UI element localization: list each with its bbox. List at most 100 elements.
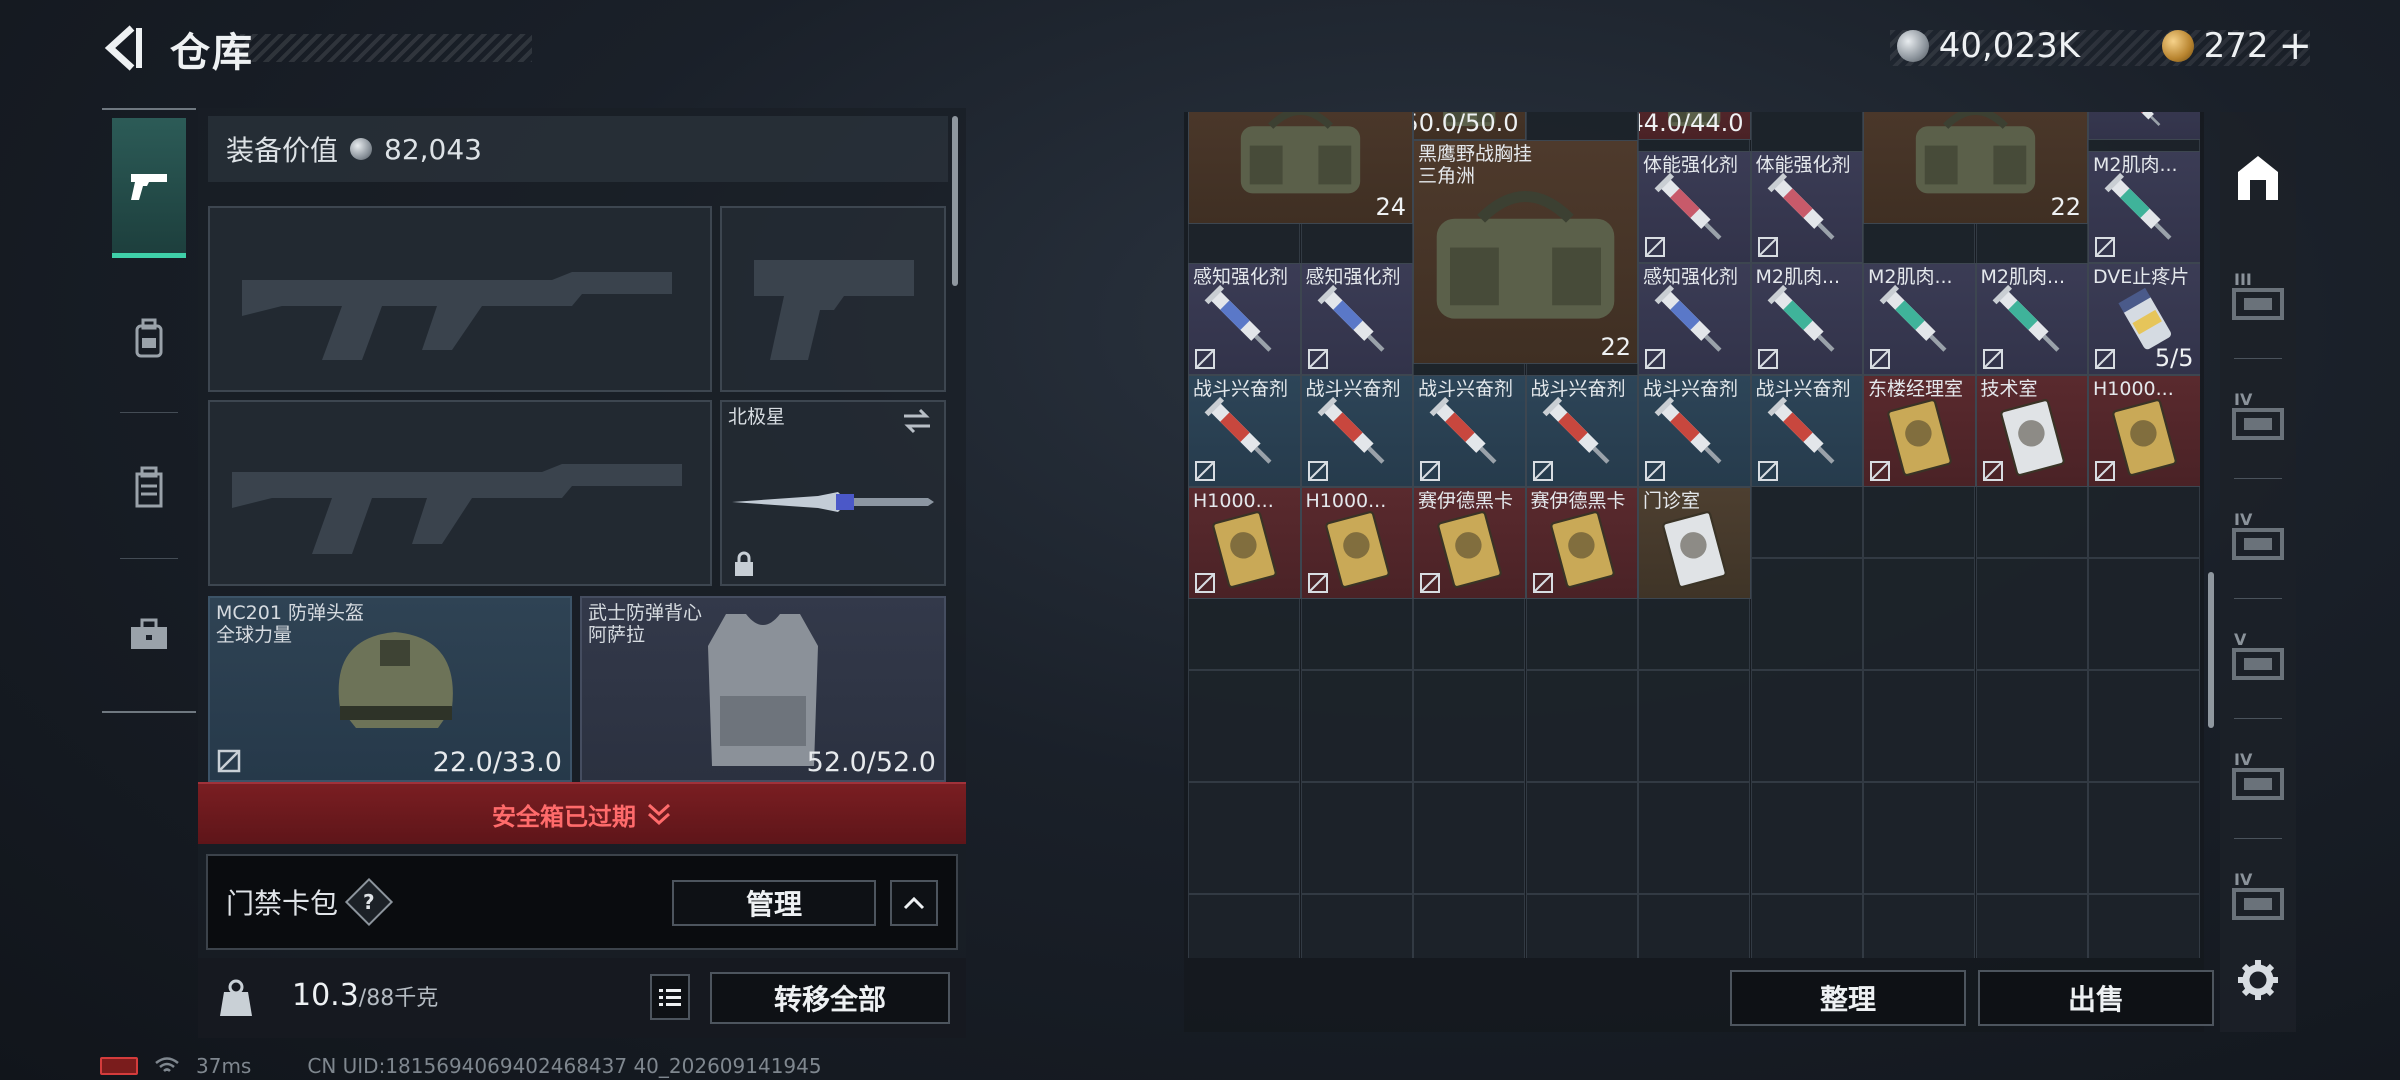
tab-chest-rig[interactable]	[112, 418, 186, 558]
primary-weapon-slot[interactable]	[208, 206, 712, 392]
sidearm-slot[interactable]	[720, 206, 946, 392]
no-insure-icon	[1645, 349, 1665, 370]
item-name: 战斗兴奋剂	[1643, 378, 1739, 401]
grid-cell[interactable]	[1300, 782, 1413, 894]
storage-item[interactable]: 门诊室	[1638, 487, 1751, 600]
grid-cell[interactable]	[1750, 894, 1863, 958]
storage-item[interactable]: 战斗兴奋剂	[1300, 375, 1413, 488]
storage-expansion-tab[interactable]: IV	[2224, 368, 2292, 468]
back-button[interactable]	[100, 22, 150, 74]
grid-cell[interactable]	[1975, 558, 2088, 670]
grid-cell[interactable]	[1188, 894, 1300, 958]
melee-slot[interactable]: 北极星	[720, 400, 946, 586]
grid-cell[interactable]	[1975, 670, 2088, 782]
storage-item[interactable]: H1000...	[2088, 375, 2200, 488]
storage-item[interactable]: 感知强化剂	[1188, 263, 1301, 376]
swap-icon[interactable]	[900, 408, 934, 434]
weight-display: 10.3/88千克	[292, 978, 438, 1013]
sort-button[interactable]: 整理	[1730, 970, 1966, 1026]
grid-cell[interactable]	[1413, 894, 1525, 958]
storage-item[interactable]: M2肌肉...	[2088, 151, 2200, 264]
storage-item[interactable]: 战斗兴奋剂	[1525, 375, 1638, 488]
storage-expansion-tab[interactable]: V	[2224, 608, 2292, 708]
storage-item[interactable]: 22	[1863, 112, 2088, 224]
grid-cell[interactable]	[1300, 670, 1413, 782]
grid-cell[interactable]	[1188, 670, 1300, 782]
storage-item[interactable]: H1000...	[1188, 487, 1301, 600]
storage-item[interactable]: 战斗兴奋剂	[1188, 375, 1301, 488]
helmet-slot[interactable]: MC201 防弹头盔 全球力量 22.0/33.0	[208, 596, 572, 782]
grid-cell[interactable]	[1975, 782, 2088, 894]
grid-cell[interactable]	[1863, 558, 1975, 670]
grid-cell[interactable]	[1975, 894, 2088, 958]
help-button[interactable]: ?	[344, 877, 394, 927]
storage-item[interactable]: 战斗兴奋剂	[1638, 375, 1751, 488]
storage-scrollbar[interactable]	[2208, 572, 2214, 728]
grid-cell[interactable]	[1863, 670, 1975, 782]
storage-item[interactable]: H1000...	[1300, 487, 1413, 600]
grid-cell[interactable]	[2088, 670, 2200, 782]
storage-item[interactable]: 黑鹰野战胸挂 三角洲 22	[1413, 140, 1638, 364]
grid-cell[interactable]	[1300, 894, 1413, 958]
grid-cell[interactable]	[1750, 558, 1863, 670]
storage-item[interactable]: 战斗兴奋剂	[1750, 375, 1863, 488]
item-count: 50.0/50.0	[1413, 112, 1519, 137]
grid-cell[interactable]	[1750, 782, 1863, 894]
pistol-silhouette-icon	[754, 260, 914, 360]
grid-cell[interactable]	[1525, 670, 1638, 782]
storage-home-tab[interactable]	[2224, 128, 2292, 228]
grid-cell[interactable]	[1413, 782, 1525, 894]
grid-cell[interactable]	[1638, 782, 1750, 894]
storage-item[interactable]: 赛伊德黑卡	[1413, 487, 1526, 600]
storage-item[interactable]: 44.0/44.0	[1638, 112, 1751, 140]
tab-weapons[interactable]	[112, 118, 186, 258]
settings-button[interactable]	[2224, 930, 2292, 1030]
storage-expansion-tab[interactable]: IV	[2224, 488, 2292, 588]
tab-case[interactable]	[112, 565, 186, 705]
tab-backpack[interactable]	[112, 268, 186, 408]
storage-item[interactable]: M2肌肉...	[1750, 263, 1863, 376]
sell-button[interactable]: 出售	[1978, 970, 2214, 1026]
grid-cell[interactable]	[2088, 894, 2200, 958]
grid-cell[interactable]	[1525, 894, 1638, 958]
storage-item[interactable]: 感知强化剂	[1300, 263, 1413, 376]
grid-cell[interactable]	[1525, 782, 1638, 894]
storage-item[interactable]: 50.0/50.0	[1413, 112, 1526, 140]
storage-item[interactable]: M2肌肉...	[1975, 263, 2088, 376]
level-label: IV	[2234, 870, 2253, 889]
loadout-scrollbar[interactable]	[952, 116, 958, 286]
grid-cell[interactable]	[2088, 558, 2200, 670]
add-currency-button[interactable]: +	[2278, 23, 2312, 69]
safebox-expired-bar[interactable]: 安全箱已过期	[198, 782, 966, 844]
storage-expansion-tab[interactable]: IV	[2224, 728, 2292, 828]
armor-slot[interactable]: 武士防弹背心 阿萨拉 52.0/52.0	[580, 596, 946, 782]
storage-expansion-tab[interactable]: III	[2224, 248, 2292, 348]
grid-cell[interactable]	[1863, 782, 1975, 894]
grid-cell[interactable]	[1863, 894, 1975, 958]
currency-coins-value: 40,023K	[1938, 26, 2080, 66]
currency-gold[interactable]: 272 +	[2161, 22, 2312, 70]
manage-button[interactable]: 管理	[672, 880, 876, 926]
storage-item[interactable]: 战斗兴奋剂	[1413, 375, 1526, 488]
weight-capacity: /88千克	[358, 986, 439, 1011]
storage-item[interactable]: 感知强化剂	[1638, 263, 1751, 376]
grid-cell[interactable]	[1638, 894, 1750, 958]
storage-item[interactable]: 体能强化剂	[2088, 112, 2200, 140]
grid-cell[interactable]	[1188, 782, 1300, 894]
storage-item[interactable]: 24	[1188, 112, 1413, 224]
storage-item[interactable]: 东楼经理室	[1863, 375, 1976, 488]
grid-cell[interactable]	[1750, 670, 1863, 782]
storage-item[interactable]: 体能强化剂	[1638, 151, 1751, 264]
storage-item[interactable]: 赛伊德黑卡	[1525, 487, 1638, 600]
storage-item[interactable]: 体能强化剂	[1750, 151, 1863, 264]
expand-up-button[interactable]	[890, 880, 938, 926]
storage-item[interactable]: M2肌肉...	[1863, 263, 1976, 376]
secondary-weapon-slot[interactable]	[208, 400, 712, 586]
grid-cell[interactable]	[1638, 670, 1750, 782]
list-view-button[interactable]	[650, 974, 690, 1020]
grid-cell[interactable]	[1413, 670, 1525, 782]
grid-cell[interactable]	[2088, 782, 2200, 894]
storage-item[interactable]: 技术室	[1975, 375, 2088, 488]
storage-item[interactable]: DVE止疼片 5/5	[2088, 263, 2200, 376]
transfer-all-button[interactable]: 转移全部	[710, 972, 950, 1024]
